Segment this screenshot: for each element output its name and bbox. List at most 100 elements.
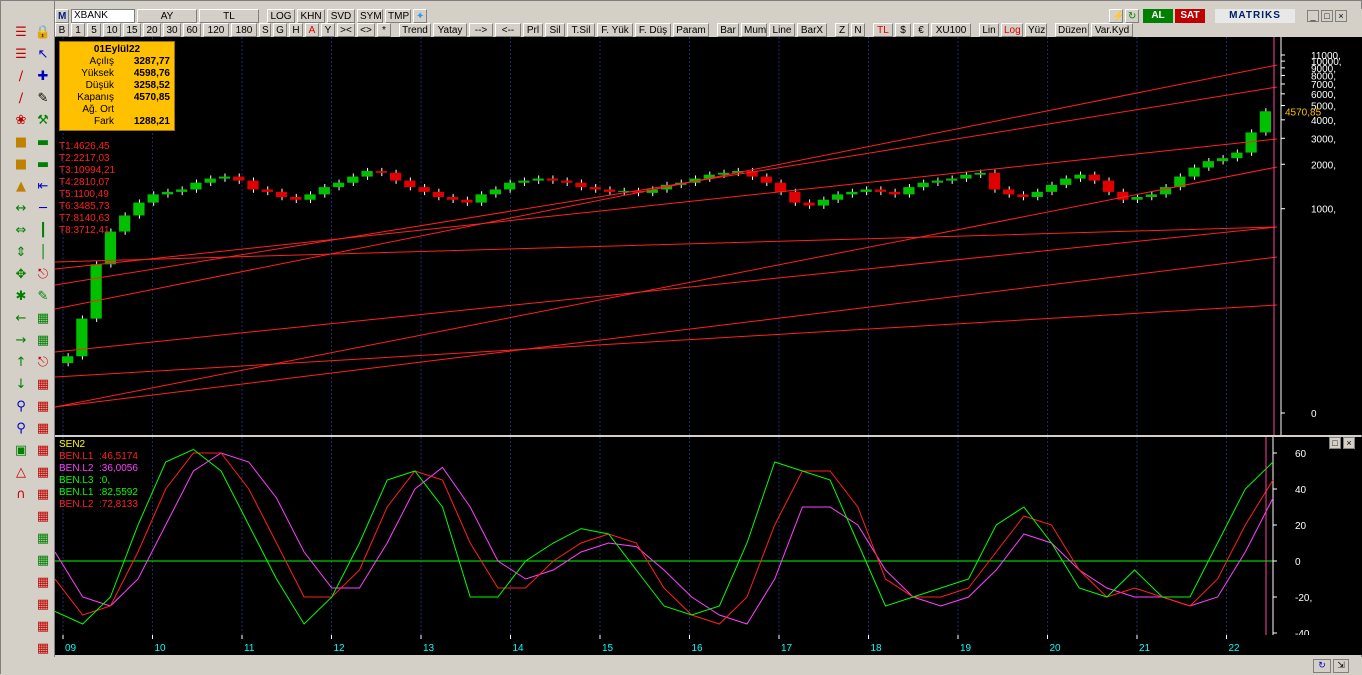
toolbar-button-11[interactable]: G xyxy=(273,23,287,37)
toolbar-button-13[interactable]: A xyxy=(305,23,319,37)
toolbar-button-19[interactable]: Yatay xyxy=(433,23,467,37)
toolbar-button-30[interactable]: Line xyxy=(769,23,795,37)
align-left-icon[interactable]: ⇤ xyxy=(33,177,53,197)
minimize-icon[interactable]: _ xyxy=(1307,10,1319,22)
toolbar-button-2[interactable]: 5 xyxy=(87,23,101,37)
extension-icon[interactable]: ▦ xyxy=(33,595,53,615)
currency-select[interactable]: TL xyxy=(199,9,259,23)
zoom-vertical-icon[interactable]: ⇕ xyxy=(11,243,31,263)
pattern-icon[interactable]: ▦ xyxy=(33,331,53,351)
arc-icon[interactable]: ▦ xyxy=(33,397,53,417)
toolbar-button-33[interactable]: N xyxy=(851,23,865,37)
lightning-icon[interactable]: ⚡ xyxy=(1109,9,1123,23)
indicator-chart[interactable]: 6040200-20,-40 xyxy=(55,437,1362,635)
crosshair-icon[interactable]: ✚ xyxy=(33,67,53,87)
toolbar-button-1[interactable]: 1 xyxy=(71,23,85,37)
toolbar-button-25[interactable]: F. Yük xyxy=(597,23,633,37)
cycle-icon[interactable]: ▦ xyxy=(33,419,53,439)
panel-close-icon[interactable]: × xyxy=(1343,437,1355,449)
horizontal-line-icon[interactable]: ─ xyxy=(33,199,53,219)
panel-maximize-icon[interactable]: □ xyxy=(1329,437,1341,449)
save-icon[interactable]: ■ xyxy=(11,155,31,175)
toolbar-button-34[interactable]: TL xyxy=(873,23,893,37)
template-icon[interactable]: ☰ xyxy=(11,45,31,65)
toolbar-button-29[interactable]: Mum xyxy=(741,23,767,37)
fibonacci-icon[interactable]: ✱ xyxy=(11,287,31,307)
elliott-icon[interactable]: ▦ xyxy=(33,529,53,549)
arrow-right-icon[interactable]: → xyxy=(11,331,31,351)
toolbar-button-9[interactable]: 180 xyxy=(231,23,257,37)
toolbar-button-18[interactable]: Trend xyxy=(399,23,431,37)
toolbar-button-27[interactable]: Param xyxy=(673,23,709,37)
buy-button[interactable]: AL xyxy=(1143,9,1173,23)
trend-line-icon[interactable]: ∕ xyxy=(11,67,31,87)
toolbar-button-36[interactable]: € xyxy=(913,23,929,37)
time-zone-icon[interactable]: ▦ xyxy=(33,507,53,527)
tmp-button[interactable]: TMP xyxy=(385,9,411,23)
gann-icon[interactable]: ❀ xyxy=(11,111,31,131)
eraser-icon[interactable]: ▬ xyxy=(33,155,53,175)
log-button[interactable]: LOG xyxy=(267,9,295,23)
toolbar-button-5[interactable]: 20 xyxy=(143,23,161,37)
twitter-icon[interactable]: ✦ xyxy=(413,9,427,23)
retracement-icon[interactable]: ▦ xyxy=(33,485,53,505)
refresh-icon[interactable]: ↻ xyxy=(1125,9,1139,23)
toolbar-button-16[interactable]: <> xyxy=(357,23,375,37)
indicator-list-icon[interactable]: ☰ xyxy=(11,23,31,43)
toolbar-button-0[interactable]: B xyxy=(55,23,69,37)
expand-icon[interactable]: ↔ xyxy=(11,199,31,219)
toolbar-button-39[interactable]: Log xyxy=(1001,23,1023,37)
sym-button[interactable]: SYM xyxy=(357,9,383,23)
toolbar-button-40[interactable]: Yüz xyxy=(1025,23,1047,37)
shrink-horizontal-icon[interactable]: ⇔ xyxy=(11,221,31,241)
regression-icon[interactable]: ▦ xyxy=(33,573,53,593)
svd-button[interactable]: SVD xyxy=(327,9,355,23)
vertical-bar-icon[interactable]: ┃ xyxy=(33,221,53,241)
toolbar-button-4[interactable]: 15 xyxy=(123,23,141,37)
line-vertical-icon[interactable]: │ xyxy=(33,243,53,263)
toolbar-button-21[interactable]: <-- xyxy=(495,23,521,37)
arc-fib-icon[interactable]: ▦ xyxy=(33,639,53,659)
magnet-snap-icon[interactable]: ∩ xyxy=(11,485,31,505)
projection-icon[interactable]: ▦ xyxy=(33,617,53,637)
toolbar-button-28[interactable]: Bar xyxy=(717,23,739,37)
tools-icon[interactable]: ⚒ xyxy=(33,111,53,131)
sync-icon[interactable]: ↻ xyxy=(1313,659,1331,673)
toolbar-button-37[interactable]: XU100 xyxy=(931,23,971,37)
screenshot-icon[interactable]: ▣ xyxy=(11,441,31,461)
arrow-up-icon[interactable]: ↑ xyxy=(11,353,31,373)
toolbar-button-12[interactable]: H xyxy=(289,23,303,37)
toolbar-button-23[interactable]: Sil xyxy=(545,23,565,37)
toolbar-button-14[interactable]: Y xyxy=(321,23,335,37)
toolbar-button-31[interactable]: BarX xyxy=(797,23,827,37)
pencil-icon[interactable]: ✎ xyxy=(33,89,53,109)
resize-grip-icon[interactable]: ⇲ xyxy=(1333,659,1349,673)
bars-icon[interactable]: ▦ xyxy=(33,441,53,461)
toolbar-button-35[interactable]: $ xyxy=(895,23,911,37)
maximize-icon[interactable]: □ xyxy=(1321,10,1333,22)
toolbar-button-15[interactable]: >< xyxy=(337,23,355,37)
folder-icon[interactable]: ■ xyxy=(11,133,31,153)
toolbar-button-26[interactable]: F. Düş xyxy=(635,23,671,37)
pitchfork-icon[interactable]: △ xyxy=(11,463,31,483)
arrow-left-icon[interactable]: ← xyxy=(11,309,31,329)
cup-icon[interactable]: ⎋ xyxy=(33,265,53,285)
channel-icon[interactable]: ▦ xyxy=(33,309,53,329)
zoom-in-icon[interactable]: ⚲ xyxy=(11,397,31,417)
toolbar-button-41[interactable]: Düzen xyxy=(1055,23,1089,37)
brush-icon[interactable]: ✎ xyxy=(33,287,53,307)
gann-fan-icon[interactable]: ▦ xyxy=(33,551,53,571)
toolbar-button-3[interactable]: 10 xyxy=(103,23,121,37)
toolbar-button-38[interactable]: Lin xyxy=(979,23,999,37)
lock-icon[interactable]: 🔒 xyxy=(33,23,53,43)
price-chart[interactable]: 11000,10000,9000,8000,7000,6000,5000,400… xyxy=(55,37,1362,435)
pointer-arrow-icon[interactable]: ↖ xyxy=(33,45,53,65)
arrow-down-icon[interactable]: ↓ xyxy=(11,375,31,395)
toolbar-button-32[interactable]: Z xyxy=(835,23,849,37)
toolbar-button-20[interactable]: --> xyxy=(469,23,493,37)
menu-button[interactable]: M xyxy=(55,9,69,23)
toolbar-button-10[interactable]: S xyxy=(259,23,271,37)
ruler-icon[interactable]: ▬ xyxy=(33,133,53,153)
move-icon[interactable]: ✥ xyxy=(11,265,31,285)
zoom-out-icon[interactable]: ⚲ xyxy=(11,419,31,439)
